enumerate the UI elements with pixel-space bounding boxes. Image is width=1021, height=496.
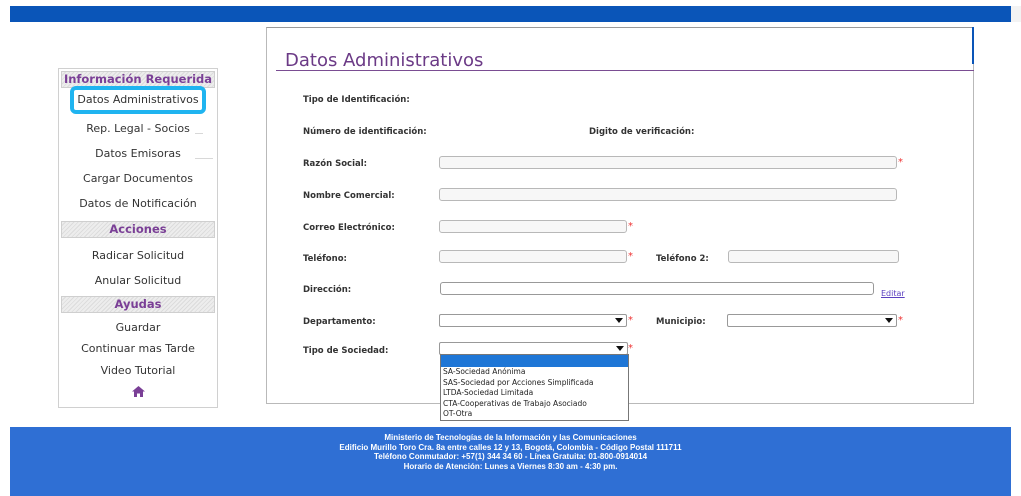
editar-link[interactable]: Editar — [881, 289, 905, 298]
sidebar-item-datos-administrativos[interactable]: Datos Administrativos — [70, 86, 206, 114]
required-mark: * — [628, 221, 633, 232]
label-municipio: Municipio: — [656, 317, 706, 327]
correo-electronico-input[interactable] — [439, 220, 627, 233]
direccion-input[interactable] — [440, 282, 874, 295]
required-mark: * — [628, 251, 633, 262]
section-acciones: Acciones — [61, 221, 215, 238]
label-telefono-2: Teléfono 2: — [656, 254, 709, 264]
required-mark: * — [898, 157, 903, 168]
sidebar-item-rep-legal[interactable]: Rep. Legal - Socios — [59, 122, 217, 136]
dropdown-option-empty[interactable] — [441, 355, 628, 367]
home-icon[interactable] — [132, 386, 145, 397]
razon-social-input[interactable] — [439, 156, 897, 169]
departamento-select[interactable] — [439, 314, 627, 327]
divider — [195, 158, 213, 159]
sidebar-item-video-tutorial[interactable]: Video Tutorial — [59, 364, 217, 378]
label-direccion: Dirección: — [303, 285, 352, 295]
sidebar: Información Requerida Datos Administrati… — [58, 68, 218, 408]
nombre-comercial-input[interactable] — [439, 188, 897, 201]
label-telefono: Teléfono: — [303, 254, 347, 264]
dropdown-option[interactable]: SAS-Sociedad por Acciones Simplificada — [441, 378, 628, 389]
label-tipo-identificacion: Tipo de Identificación: — [303, 95, 410, 105]
sidebar-item-cargar-documentos[interactable]: Cargar Documentos — [59, 172, 217, 186]
required-mark: * — [628, 315, 633, 326]
footer-line-2: Edificio Murillo Toro Cra. 8a entre call… — [339, 442, 682, 452]
sidebar-item-datos-emisoras[interactable]: Datos Emisoras — [59, 147, 217, 161]
footer-line-1: Ministerio de Tecnologías de la Informac… — [384, 433, 637, 442]
dropdown-option[interactable]: LTDA-Sociedad Limitada — [441, 388, 628, 399]
panel-edge — [972, 27, 974, 64]
page-title: Datos Administrativos — [285, 50, 484, 71]
title-underline — [276, 70, 974, 71]
footer-line-4: Horario de Atención: Lunes a Viernes 8:3… — [403, 461, 618, 471]
form-panel: Datos Administrativos Tipo de Identifica… — [266, 27, 974, 421]
telefono-input[interactable] — [439, 250, 627, 263]
dropdown-option[interactable]: OT-Otra — [441, 409, 628, 420]
label-nombre-comercial: Nombre Comercial: — [303, 191, 395, 201]
top-bar — [10, 6, 1011, 22]
sidebar-item-guardar[interactable]: Guardar — [59, 321, 217, 335]
sidebar-item-radicar-solicitud[interactable]: Radicar Solicitud — [59, 249, 217, 263]
label-numero-identificacion: Número de identificación: — [303, 127, 427, 137]
required-mark: * — [628, 343, 633, 354]
chevron-down-icon — [885, 318, 893, 323]
divider — [195, 133, 203, 134]
sidebar-item-continuar-mas-tarde[interactable]: Continuar mas Tarde — [59, 342, 217, 356]
footer: Ministerio de Tecnologías de la Informac… — [10, 427, 1011, 496]
dropdown-option[interactable]: SA-Sociedad Anónima — [441, 367, 628, 378]
label-tipo-sociedad: Tipo de Sociedad: — [303, 346, 389, 356]
required-mark: * — [898, 315, 903, 326]
chevron-down-icon — [615, 318, 623, 323]
section-ayudas: Ayudas — [61, 296, 215, 313]
label-digito-verificacion: Digito de verificación: — [589, 127, 695, 137]
chevron-down-icon — [616, 346, 624, 351]
municipio-select[interactable] — [727, 314, 897, 327]
telefono-2-input[interactable] — [728, 250, 899, 263]
label-departamento: Departamento: — [303, 317, 376, 327]
sidebar-item-datos-notificacion[interactable]: Datos de Notificación — [59, 197, 217, 211]
label-razon-social: Razón Social: — [303, 159, 368, 169]
top-bar-corner — [1011, 6, 1021, 22]
footer-line-3: Teléfono Conmutador: +57(1) 344 34 60 - … — [373, 452, 648, 461]
dropdown-option[interactable]: CTA-Cooperativas de Trabajo Asociado — [441, 399, 628, 410]
label-correo-electronico: Correo Electrónico: — [303, 223, 395, 233]
tipo-sociedad-dropdown: SA-Sociedad Anónima SAS-Sociedad por Acc… — [440, 354, 629, 421]
sidebar-item-anular-solicitud[interactable]: Anular Solicitud — [59, 274, 217, 288]
